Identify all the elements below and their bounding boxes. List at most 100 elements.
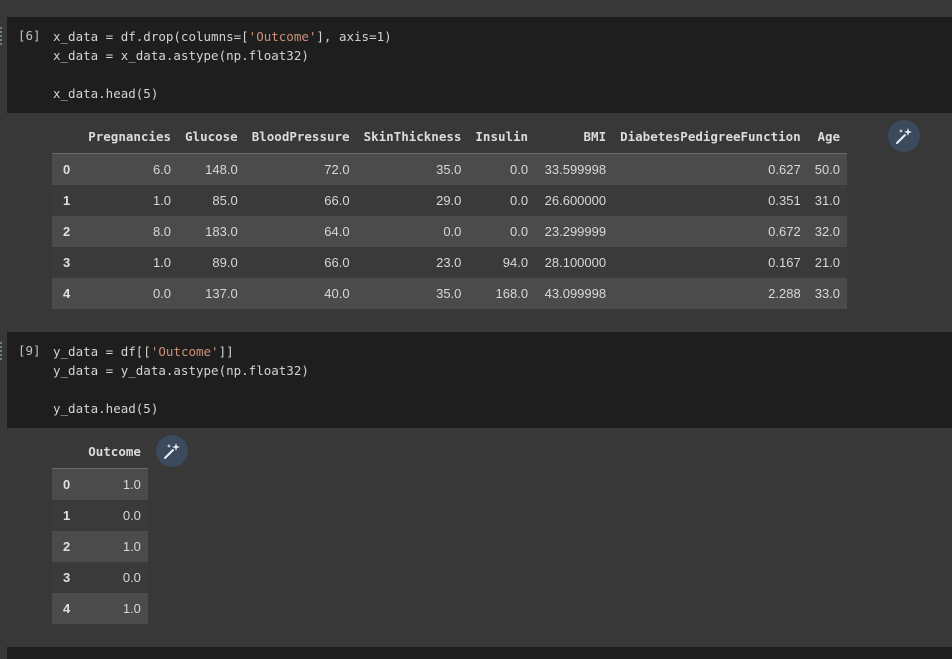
table-cell: 32.0 — [814, 224, 841, 239]
table-cell: 23.299999 — [544, 224, 607, 239]
table-row: 1 1.0 85.0 66.0 29.0 0.0 26.600000 0.351… — [52, 185, 848, 216]
code-token: ], axis=1) — [316, 29, 392, 44]
table-row: 3 0.0 — [52, 562, 148, 593]
row-index: 2 — [63, 224, 71, 239]
code-cell-9[interactable]: [9] y_data = df[['Outcome']] y_data = y_d… — [0, 332, 952, 428]
magic-wand-icon — [896, 128, 912, 144]
table-cell: 33.599998 — [544, 162, 607, 177]
table-cell: 0.0 — [443, 224, 462, 239]
column-header: Outcome — [81, 435, 148, 469]
index-header — [52, 120, 82, 154]
table-cell: 8.0 — [152, 224, 172, 239]
table-cell: 0.0 — [122, 570, 141, 585]
row-index: 1 — [63, 508, 71, 523]
table-cell: 0.0 — [510, 162, 529, 177]
index-header — [52, 435, 82, 469]
execution-count: [9] — [18, 343, 41, 358]
table-cell: 35.0 — [436, 286, 462, 301]
table-cell: 1.0 — [122, 477, 141, 492]
code-line: x_data = df.drop(columns=['Outcome'], ax… — [53, 27, 392, 46]
table-cell: 26.600000 — [544, 193, 607, 208]
column-header: Glucose — [178, 120, 245, 154]
code-cell-6[interactable]: [6] x_data = df.drop(columns=['Outcome']… — [0, 17, 952, 113]
table-row: 2 8.0 183.0 64.0 0.0 0.0 23.299999 0.672… — [52, 216, 848, 247]
table-cell: 148.0 — [205, 162, 238, 177]
execution-count: [6] — [18, 28, 41, 43]
table-cell: 85.0 — [212, 193, 238, 208]
row-index: 0 — [63, 477, 71, 492]
table-cell: 1.0 — [152, 193, 172, 208]
row-index: 0 — [63, 162, 71, 177]
table-cell: 0.0 — [152, 286, 172, 301]
table-cell: 35.0 — [436, 162, 462, 177]
code-editor[interactable]: y_data = df[['Outcome']] y_data = y_data.… — [53, 342, 309, 418]
row-index: 2 — [63, 539, 71, 554]
table-cell: 50.0 — [814, 162, 841, 177]
table-cell: 0.0 — [510, 193, 529, 208]
y-data-output: Outcome 0 1.0 1 0.0 2 1.0 3 0.0 4 1.0 — [52, 435, 148, 624]
y-data-dataframe: Outcome 0 1.0 1 0.0 2 1.0 3 0.0 4 1.0 — [52, 435, 148, 624]
column-header: BloodPressure — [244, 120, 357, 154]
magic-wand-button-y[interactable] — [156, 435, 188, 467]
code-line: y_data.head(5) — [53, 399, 309, 418]
code-token: y_data.head(5) — [53, 401, 159, 416]
table-cell: 183.0 — [205, 224, 238, 239]
table-cell: 0.167 — [768, 255, 801, 270]
table-cell: 1.0 — [122, 601, 141, 616]
table-cell: 168.0 — [495, 286, 529, 301]
column-header: BMI — [535, 120, 614, 154]
magic-wand-button-x[interactable] — [888, 120, 920, 152]
magic-wand-icon — [164, 443, 180, 459]
table-cell: 2.288 — [768, 286, 801, 301]
table-row: 0 6.0 148.0 72.0 35.0 0.0 33.599998 0.62… — [52, 153, 848, 185]
table-cell: 0.627 — [768, 162, 801, 177]
column-header: Insulin — [468, 120, 536, 154]
code-token: y_data = df[[ — [53, 344, 151, 359]
table-cell: 1.0 — [122, 539, 141, 554]
table-cell: 1.0 — [152, 255, 172, 270]
table-row: 4 1.0 — [52, 593, 148, 624]
table-cell: 0.672 — [768, 224, 801, 239]
code-token: y_data = y_data.astype(np.float32) — [53, 363, 309, 378]
table-cell: 137.0 — [205, 286, 238, 301]
row-index: 4 — [63, 601, 71, 616]
table-row: 2 1.0 — [52, 531, 148, 562]
code-token: x_data.head(5) — [53, 86, 159, 101]
row-index: 1 — [63, 193, 71, 208]
code-line: y_data = y_data.astype(np.float32) — [53, 361, 309, 380]
table-row: 1 0.0 — [52, 500, 148, 531]
code-editor[interactable]: x_data = df.drop(columns=['Outcome'], ax… — [53, 27, 392, 103]
string-literal: 'Outcome' — [150, 344, 219, 359]
table-cell: 28.100000 — [544, 255, 607, 270]
x-data-output: Pregnancies Glucose BloodPressure SkinTh… — [52, 120, 848, 309]
code-line: x_data = x_data.astype(np.float32) — [53, 46, 392, 65]
table-cell: 66.0 — [324, 193, 350, 208]
table-row: 4 0.0 137.0 40.0 35.0 168.0 43.099998 2.… — [52, 278, 848, 309]
table-cell: 33.0 — [814, 286, 841, 301]
table-cell: 72.0 — [324, 162, 350, 177]
column-header: SkinThickness — [356, 120, 469, 154]
row-index: 4 — [63, 286, 71, 301]
table-cell: 29.0 — [436, 193, 462, 208]
table-cell: 40.0 — [324, 286, 350, 301]
table-cell: 0.0 — [510, 224, 529, 239]
table-row: 3 1.0 89.0 66.0 23.0 94.0 28.100000 0.16… — [52, 247, 848, 278]
table-cell: 31.0 — [814, 193, 841, 208]
x-data-dataframe: Pregnancies Glucose BloodPressure SkinTh… — [52, 120, 848, 309]
table-cell: 21.0 — [814, 255, 841, 270]
row-index: 3 — [63, 570, 71, 585]
cell-status-marker — [0, 27, 6, 45]
code-line: y_data = df[['Outcome']] — [53, 342, 309, 361]
next-code-cell[interactable] — [7, 647, 952, 659]
row-index: 3 — [63, 255, 71, 270]
table-cell: 43.099998 — [544, 286, 607, 301]
table-cell: 64.0 — [324, 224, 350, 239]
table-cell: 89.0 — [212, 255, 238, 270]
cell-status-marker — [0, 342, 6, 360]
code-token: ]] — [218, 344, 234, 359]
string-literal: 'Outcome' — [248, 29, 317, 44]
column-header: Age — [807, 120, 848, 154]
code-line: x_data.head(5) — [53, 84, 392, 103]
